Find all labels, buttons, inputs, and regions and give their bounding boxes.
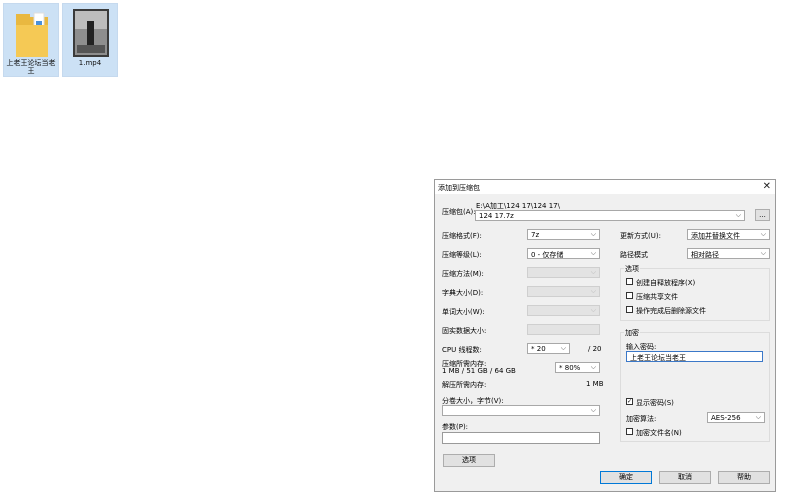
- chevron-down-icon: ⌵: [590, 249, 596, 257]
- method-select: ⌵: [527, 267, 600, 278]
- video-thumbnail-icon: [73, 9, 109, 57]
- desktop-item-label: 上老王论坛当老 王: [6, 59, 56, 75]
- browse-button[interactable]: ...: [755, 209, 770, 221]
- encrypt-names-checkbox[interactable]: [626, 428, 633, 435]
- show-password-checkbox[interactable]: ✓: [626, 398, 633, 405]
- encrypt-names-label: 加密文件名(N): [636, 429, 682, 437]
- cpu-total: / 20: [588, 345, 602, 353]
- dict-select: ⌵: [527, 286, 600, 297]
- desktop-item-label: 1.mp4: [78, 59, 102, 67]
- chevron-down-icon: ⌵: [760, 249, 766, 257]
- enc-method-label: 加密算法:: [626, 415, 657, 423]
- ok-button[interactable]: 确定: [600, 471, 652, 484]
- chevron-down-icon: ⌵: [590, 268, 596, 276]
- chevron-down-icon: ⌵: [590, 230, 596, 238]
- update-label: 更新方式(U):: [620, 232, 661, 240]
- desktop-item-folder[interactable]: 上老王论坛当老 王: [3, 3, 59, 77]
- level-label: 压缩等级(L):: [442, 251, 482, 259]
- word-label: 单词大小(W):: [442, 308, 485, 316]
- method-label: 压缩方法(M):: [442, 270, 484, 278]
- path-mode-select[interactable]: 相对路径 ⌵: [687, 248, 770, 259]
- add-to-archive-dialog: 添加到压缩包 ✕ 压缩包(A): E:\A加工\124 17\124 17\ 1…: [434, 179, 776, 492]
- help-button[interactable]: 帮助: [718, 471, 770, 484]
- desktop-item-video[interactable]: 1.mp4: [62, 3, 118, 77]
- chevron-down-icon: ⌵: [560, 344, 566, 352]
- mem-detail: 1 MB / 51 GB / 64 GB: [442, 367, 516, 375]
- sfx-checkbox[interactable]: [626, 278, 633, 285]
- mem-percent-select[interactable]: * 80% ⌵: [555, 362, 600, 373]
- shared-label: 压缩共享文件: [636, 293, 678, 301]
- archive-name-combo[interactable]: 124 17.7z ⌵: [475, 210, 745, 221]
- chevron-down-icon: ⌵: [590, 306, 596, 314]
- password-input[interactable]: 上老王论坛当老王: [626, 351, 763, 362]
- sfx-label: 创建自释放程序(X): [636, 279, 696, 287]
- chevron-down-icon: ⌵: [760, 230, 766, 238]
- decomp-value: 1 MB: [586, 380, 604, 388]
- archive-label: 压缩包(A):: [442, 208, 476, 216]
- chevron-down-icon: ⌵: [590, 406, 596, 414]
- enc-method-select[interactable]: AES-256 ⌵: [707, 412, 765, 423]
- solid-label: 固实数据大小:: [442, 327, 487, 335]
- shared-checkbox[interactable]: [626, 292, 633, 299]
- show-password-label: 显示密码(S): [636, 399, 674, 407]
- format-label: 压缩格式(F):: [442, 232, 482, 240]
- level-select[interactable]: 0 - 仅存储 ⌵: [527, 248, 600, 259]
- word-select: ⌵: [527, 305, 600, 316]
- solid-select: [527, 324, 600, 335]
- params-input[interactable]: [442, 432, 600, 444]
- delete-label: 操作完成后删除源文件: [636, 307, 706, 315]
- chevron-down-icon: ⌵: [735, 211, 741, 219]
- dialog-titlebar: 添加到压缩包 ✕: [435, 180, 775, 194]
- dialog-title: 添加到压缩包: [438, 184, 480, 192]
- chevron-down-icon: ⌵: [590, 363, 596, 371]
- delete-checkbox[interactable]: [626, 306, 633, 313]
- options-button[interactable]: 选项: [443, 454, 495, 467]
- close-icon[interactable]: ✕: [763, 181, 771, 192]
- path-mode-label: 路径模式: [620, 251, 648, 259]
- decomp-label: 解压所需内存:: [442, 381, 487, 389]
- folder-icon: [16, 12, 48, 57]
- split-combo[interactable]: ⌵: [442, 405, 600, 416]
- cpu-select[interactable]: * 20 ⌵: [527, 343, 570, 354]
- cpu-label: CPU 线程数:: [442, 346, 482, 354]
- encryption-group-label: 加密: [624, 328, 640, 338]
- chevron-down-icon: ⌵: [755, 413, 761, 421]
- dict-label: 字典大小(D):: [442, 289, 484, 297]
- params-label: 参数(P):: [442, 423, 469, 431]
- cancel-button[interactable]: 取消: [659, 471, 711, 484]
- update-select[interactable]: 添加并替换文件 ⌵: [687, 229, 770, 240]
- options-group-label: 选项: [624, 264, 640, 274]
- chevron-down-icon: ⌵: [590, 287, 596, 295]
- format-select[interactable]: 7z ⌵: [527, 229, 600, 240]
